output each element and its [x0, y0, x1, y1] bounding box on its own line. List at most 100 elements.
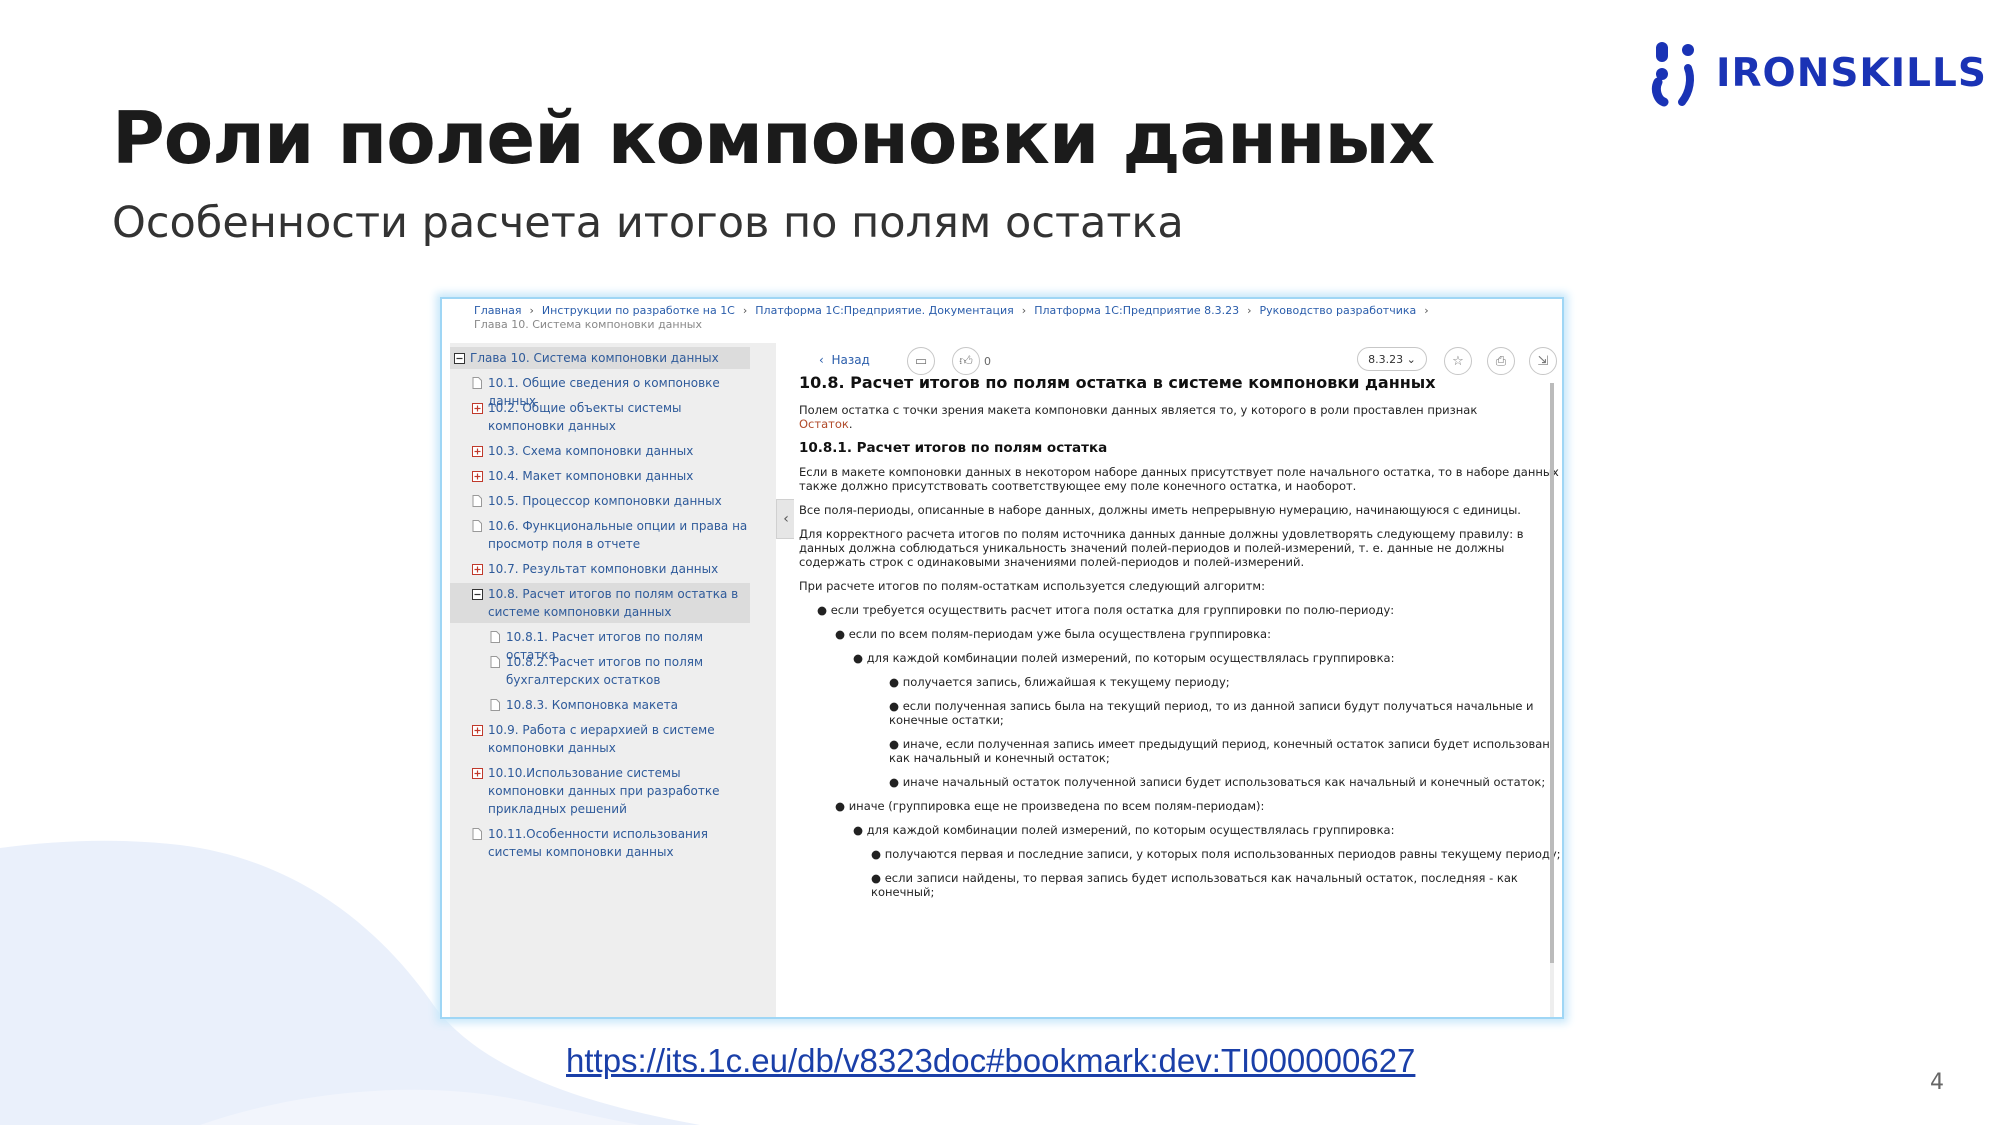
toc-sidebar: Глава 10. Система компоновки данных 10.1.…: [450, 343, 776, 1017]
toc-item-label: Глава 10. Система компоновки данных: [470, 351, 719, 365]
star-icon: ☆: [1452, 353, 1464, 369]
brand-logo: IRONSKILLS: [1648, 38, 1987, 108]
doc-paragraph: Полем остатка с точки зрения макета комп…: [799, 403, 1478, 431]
toc-item-label: 10.6. Функциональные опции и права на пр…: [488, 519, 748, 551]
doc-content: ‹ Назад ▭ 👍︎ 0 8.3.23 ⌄ ☆ ⎙ ⇲ 10.8. Расч…: [794, 343, 1562, 1017]
toc-item[interactable]: 10.10.Использование системы компоновки д…: [450, 762, 750, 816]
scrollbar-thumb[interactable]: [1550, 383, 1554, 963]
breadcrumb-item[interactable]: Платформа 1С:Предприятие 8.3.23: [1034, 304, 1239, 317]
back-label: Назад: [831, 353, 870, 367]
page-icon[interactable]: [472, 494, 483, 507]
list-text: иначе (группировка еще не произведена по…: [848, 799, 1265, 813]
breadcrumb-item[interactable]: Руководство разработчика: [1259, 304, 1416, 317]
toc-item[interactable]: 10.8.1. Расчет итогов по полям остатка: [450, 626, 750, 662]
toc-item[interactable]: 10.8. Расчет итогов по полям остатка в с…: [450, 583, 750, 623]
page-icon[interactable]: [490, 698, 501, 711]
breadcrumb-item[interactable]: Платформа 1С:Предприятие. Документация: [755, 304, 1014, 317]
chevron-right-icon: ›: [742, 304, 748, 317]
breadcrumb-item[interactable]: Инструкции по разработке на 1С: [542, 304, 735, 317]
list-item: ● иначе начальный остаток полученной зап…: [889, 775, 1546, 789]
toc-item[interactable]: 10.5. Процессор компоновки данных: [450, 490, 750, 508]
page-icon[interactable]: [472, 519, 483, 532]
page-icon[interactable]: [490, 655, 501, 668]
share-icon: ⇲: [1537, 353, 1549, 369]
likes-count: 0: [984, 355, 991, 368]
ironskills-logo-icon: [1651, 42, 1694, 107]
toc-item-label: 10.11.Особенности использования системы …: [488, 827, 708, 859]
toc-item-label: 10.2. Общие объекты системы компоновки д…: [488, 401, 682, 433]
comment-icon: ▭: [914, 353, 928, 369]
plus-box-icon[interactable]: [472, 562, 483, 575]
toc-item[interactable]: 10.7. Результат компоновки данных: [450, 558, 750, 576]
list-text: для каждой комбинации полей измерений, п…: [866, 651, 1395, 665]
plus-box-icon[interactable]: [472, 401, 483, 414]
like-button[interactable]: 👍︎: [952, 347, 980, 375]
breadcrumb: Главная › Инструкции по разработке на 1С › П…: [474, 304, 1542, 332]
minus-box-icon[interactable]: [454, 351, 465, 364]
print-icon: ⎙: [1495, 353, 1507, 369]
list-item: ● если полученная запись была на текущий…: [889, 699, 1534, 727]
plus-box-icon[interactable]: [472, 444, 483, 457]
toc-item[interactable]: 10.11.Особенности использования системы …: [450, 823, 750, 859]
source-link[interactable]: https://its.1c.eu/db/v8323doc#bookmark:d…: [566, 1042, 1415, 1080]
doc-heading: 10.8. Расчет итогов по полям остатка в с…: [799, 373, 1436, 392]
documentation-screenshot: Главная › Инструкции по разработке на 1С › П…: [440, 297, 1564, 1019]
back-button[interactable]: ‹ Назад: [819, 353, 870, 367]
comment-button[interactable]: ▭: [907, 347, 935, 375]
doc-paragraph: Для корректного расчета итогов по полям …: [799, 527, 1524, 569]
list-text: для каждой комбинации полей измерений, п…: [866, 823, 1395, 837]
page-icon[interactable]: [472, 376, 483, 389]
toc-item[interactable]: 10.9. Работа с иерархией в системе компо…: [450, 719, 750, 755]
favorite-button[interactable]: ☆: [1444, 347, 1472, 375]
doc-paragraph: Если в макете компоновки данных в некото…: [799, 465, 1559, 493]
toc-item[interactable]: 10.6. Функциональные опции и права на пр…: [450, 515, 750, 551]
list-item: ● если требуется осуществить расчет итог…: [817, 603, 1395, 617]
toc-item[interactable]: 10.4. Макет компоновки данных: [450, 465, 750, 483]
chevron-right-icon: ›: [529, 304, 534, 317]
toc-item[interactable]: Глава 10. Система компоновки данных: [450, 347, 750, 369]
plus-box-icon[interactable]: [472, 766, 483, 779]
page-number: 4: [1930, 1070, 1944, 1095]
list-item: ● для каждой комбинации полей измерений,…: [853, 823, 1395, 837]
share-button[interactable]: ⇲: [1529, 347, 1557, 375]
doc-text: Полем остатка с точки зрения макета комп…: [799, 403, 1478, 417]
plus-box-icon[interactable]: [472, 723, 483, 736]
plus-box-icon[interactable]: [472, 469, 483, 482]
toc-item[interactable]: 10.1. Общие сведения о компоновке данных: [450, 372, 750, 408]
list-text: получаются первая и последние записи, у …: [884, 847, 1561, 861]
chevron-right-icon: ›: [1247, 304, 1252, 317]
list-text: если требуется осуществить расчет итога …: [830, 603, 1395, 617]
brand-name: IRONSKILLS: [1716, 50, 1987, 96]
collapse-sidebar-button[interactable]: ‹: [776, 499, 796, 539]
chevron-left-icon: ‹: [819, 353, 832, 367]
thumb-up-icon: 👍︎: [959, 353, 973, 369]
list-item: ● иначе (группировка еще не произведена …: [835, 799, 1265, 813]
chevron-down-icon: ⌄: [1403, 352, 1416, 366]
toc-item-label: 10.3. Схема компоновки данных: [488, 444, 694, 458]
toc-item-label: 10.5. Процессор компоновки данных: [488, 494, 722, 508]
page-icon[interactable]: [490, 630, 501, 643]
chevron-left-icon: ‹: [783, 511, 789, 527]
toc-item-label: 10.9. Работа с иерархией в системе компо…: [488, 723, 715, 755]
toc-item[interactable]: 10.2. Общие объекты системы компоновки д…: [450, 397, 750, 433]
toc-item[interactable]: 10.3. Схема компоновки данных: [450, 440, 750, 458]
breadcrumb-item[interactable]: Главная: [474, 304, 522, 317]
minus-box-icon[interactable]: [472, 587, 483, 600]
toc-item[interactable]: 10.8.3. Компоновка макета: [450, 694, 750, 712]
list-item: ● если по всем полям-периодам уже была о…: [835, 627, 1271, 641]
slide-title: Роли полей компоновки данных: [112, 96, 1435, 180]
version-select[interactable]: 8.3.23 ⌄: [1357, 347, 1427, 371]
list-text: если записи найдены, то первая запись бу…: [871, 871, 1518, 899]
doc-subheading: 10.8.1. Расчет итогов по полям остатка: [799, 440, 1108, 456]
list-text: если по всем полям-периодам уже была осу…: [848, 627, 1271, 641]
list-text: получается запись, ближайшая к текущему …: [902, 675, 1230, 689]
page-icon[interactable]: [472, 827, 483, 840]
doc-body: 10.8. Расчет итогов по полям остатка в с…: [799, 373, 1562, 909]
list-item: ● для каждой комбинации полей измерений,…: [853, 651, 1395, 665]
list-text: иначе, если полученная запись имеет пред…: [889, 737, 1550, 765]
toc-item[interactable]: 10.8.2. Расчет итогов по полям бухгалтер…: [450, 651, 750, 687]
toc-item-label: 10.10.Использование системы компоновки д…: [488, 766, 720, 816]
doc-paragraph: Все поля-периоды, описанные в наборе дан…: [799, 503, 1521, 517]
print-button[interactable]: ⎙: [1487, 347, 1515, 375]
list-item: ● получаются первая и последние записи, …: [871, 847, 1561, 861]
